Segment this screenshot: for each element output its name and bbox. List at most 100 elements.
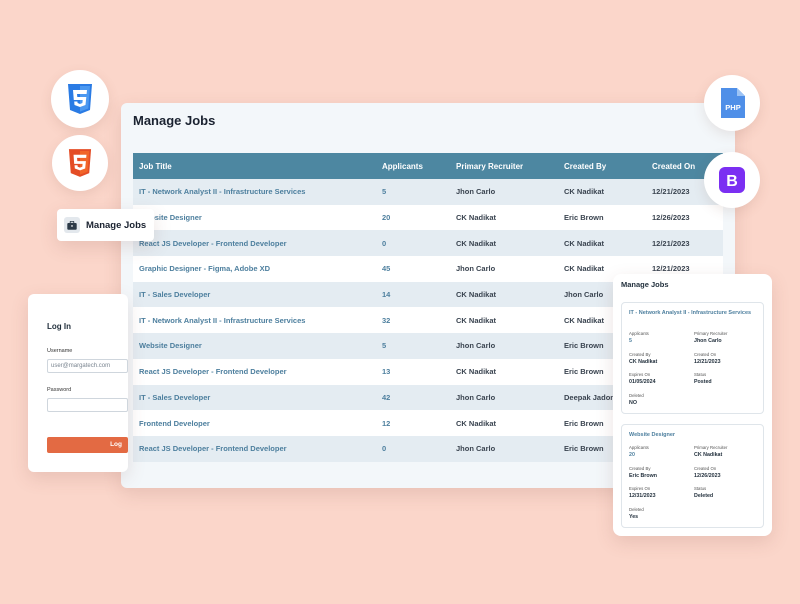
cell-job-title[interactable]: Frontend Developer: [133, 410, 376, 436]
cell-applicants: 42: [376, 384, 450, 411]
cell-applicants: 0: [376, 230, 450, 257]
cell-created-on: 12/21/2023: [646, 230, 723, 257]
expires-label: Expires On: [629, 372, 651, 377]
username-label: Username: [47, 348, 73, 354]
recruiter-label: Primary Recruiter: [694, 331, 728, 336]
cell-applicants: 5: [376, 333, 450, 359]
login-button[interactable]: Log: [47, 437, 128, 453]
column-header-created-by[interactable]: Created By: [558, 153, 646, 179]
cell-primary-recruiter: CK Nadikat: [450, 307, 558, 334]
cell-primary-recruiter: CK Nadikat: [450, 358, 558, 385]
cell-created-by: CK Nadikat: [558, 230, 646, 257]
cell-applicants: 0: [376, 435, 450, 462]
page-title: Manage Jobs: [133, 113, 216, 128]
column-header-job-title[interactable]: Job Title: [133, 153, 376, 179]
expires-value: 12/31/2023: [629, 493, 656, 499]
cell-applicants: 12: [376, 410, 450, 436]
html5-icon: [68, 149, 92, 177]
cell-applicants: 20: [376, 204, 450, 231]
cell-applicants: 13: [376, 358, 450, 385]
cell-job-title[interactable]: React JS Developer - Frontend Developer: [133, 230, 376, 257]
username-input[interactable]: user@margatech.com: [47, 359, 128, 373]
created-on-value: 12/26/2023: [694, 473, 721, 479]
expires-value: 01/05/2024: [629, 379, 656, 385]
recruiter-value: CK Nadikat: [694, 452, 723, 458]
css3-badge: [51, 70, 109, 128]
deleted-value: NO: [629, 400, 637, 406]
cell-created-by: CK Nadikat: [558, 179, 646, 205]
chip-label: Manage Jobs: [86, 219, 147, 231]
cell-job-title[interactable]: IT - Sales Developer: [133, 281, 376, 308]
status-label: Status: [694, 486, 707, 491]
briefcase-icon: [64, 217, 80, 233]
password-label: Password: [47, 387, 72, 393]
status-label: Status: [694, 372, 707, 377]
css3-icon: [68, 84, 92, 114]
cell-job-title[interactable]: React JS Developer - Frontend Developer: [133, 358, 376, 385]
php-label: PHP: [725, 103, 740, 112]
php-badge: PHP: [704, 75, 760, 131]
deleted-label: Deleted: [629, 507, 644, 512]
cell-primary-recruiter: Jhon Carlo: [450, 333, 558, 359]
cell-primary-recruiter: CK Nadikat: [450, 410, 558, 436]
html5-badge: [52, 135, 108, 191]
cell-applicants: 32: [376, 307, 450, 334]
cell-primary-recruiter: Jhon Carlo: [450, 179, 558, 205]
status-value: Deleted: [694, 493, 714, 499]
applicants-value: 20: [629, 452, 635, 458]
manage-jobs-chip[interactable]: Manage Jobs: [57, 209, 154, 241]
job-card[interactable]: IT - Network Analyst II - Infrastructure…: [621, 302, 764, 414]
table-row[interactable]: React JS Developer - Frontend Developer 0…: [133, 230, 723, 257]
php-file-icon: PHP: [721, 88, 745, 118]
cell-created-on: 12/26/2023: [646, 204, 723, 231]
deleted-label: Deleted: [629, 393, 644, 398]
cell-job-title[interactable]: IT - Sales Developer: [133, 384, 376, 411]
job-card-title[interactable]: IT - Network Analyst II - Infrastructure…: [629, 310, 759, 317]
cell-applicants: 45: [376, 256, 450, 282]
cell-job-title[interactable]: React JS Developer - Frontend Developer: [133, 435, 376, 462]
cell-job-title[interactable]: IT - Network Analyst II - Infrastructure…: [133, 179, 376, 205]
cell-job-title[interactable]: Website Designer: [133, 204, 376, 231]
bootstrap-badge: B: [704, 152, 760, 208]
applicants-label: Applicants: [629, 445, 649, 450]
login-card: Log In Username user@margatech.com Passw…: [28, 294, 128, 472]
applicants-label: Applicants: [629, 331, 649, 336]
cell-primary-recruiter: CK Nadikat: [450, 204, 558, 231]
recruiter-value: Jhon Carlo: [694, 338, 722, 344]
bootstrap-icon: B: [719, 167, 745, 193]
mobile-manage-jobs-card: Manage Jobs IT - Network Analyst II - In…: [613, 274, 772, 536]
deleted-value: Yes: [629, 514, 639, 520]
recruiter-label: Primary Recruiter: [694, 445, 728, 450]
cell-job-title[interactable]: Graphic Designer - Figma, Adobe XD: [133, 256, 376, 282]
table-row[interactable]: Website Designer 20 CK Nadikat Eric Brown 12…: [133, 204, 723, 231]
mobile-title: Manage Jobs: [621, 280, 669, 289]
cell-created-by: Eric Brown: [558, 204, 646, 231]
job-card[interactable]: Website Designer Applicants 20 Primary R…: [621, 424, 764, 528]
cell-applicants: 14: [376, 281, 450, 308]
expires-label: Expires On: [629, 486, 651, 491]
created-by-label: Created By: [629, 466, 651, 471]
created-on-label: Created On: [694, 352, 717, 357]
cell-job-title[interactable]: IT - Network Analyst II - Infrastructure…: [133, 307, 376, 334]
job-card-title[interactable]: Website Designer: [629, 432, 759, 439]
applicants-value: 5: [629, 338, 632, 344]
column-header-primary-recruiter[interactable]: Primary Recruiter: [450, 153, 558, 179]
created-on-value: 12/21/2023: [694, 359, 721, 365]
table-header-row: Job Title Applicants Primary Recruiter C…: [133, 153, 723, 179]
cell-primary-recruiter: Jhon Carlo: [450, 435, 558, 462]
password-input[interactable]: [47, 398, 128, 412]
cell-primary-recruiter: CK Nadikat: [450, 230, 558, 257]
table-row[interactable]: IT - Network Analyst II - Infrastructure…: [133, 179, 723, 205]
bootstrap-letter: B: [726, 173, 738, 190]
cell-primary-recruiter: CK Nadikat: [450, 281, 558, 308]
column-header-applicants[interactable]: Applicants: [376, 153, 450, 179]
cell-primary-recruiter: Jhon Carlo: [450, 256, 558, 282]
created-by-label: Created By: [629, 352, 651, 357]
login-title: Log In: [47, 322, 71, 331]
status-value: Posted: [694, 379, 712, 385]
cell-job-title[interactable]: Website Designer: [133, 333, 376, 359]
created-on-label: Created On: [694, 466, 717, 471]
cell-primary-recruiter: Jhon Carlo: [450, 384, 558, 411]
cell-applicants: 5: [376, 179, 450, 205]
created-by-value: Eric Brown: [629, 473, 657, 479]
